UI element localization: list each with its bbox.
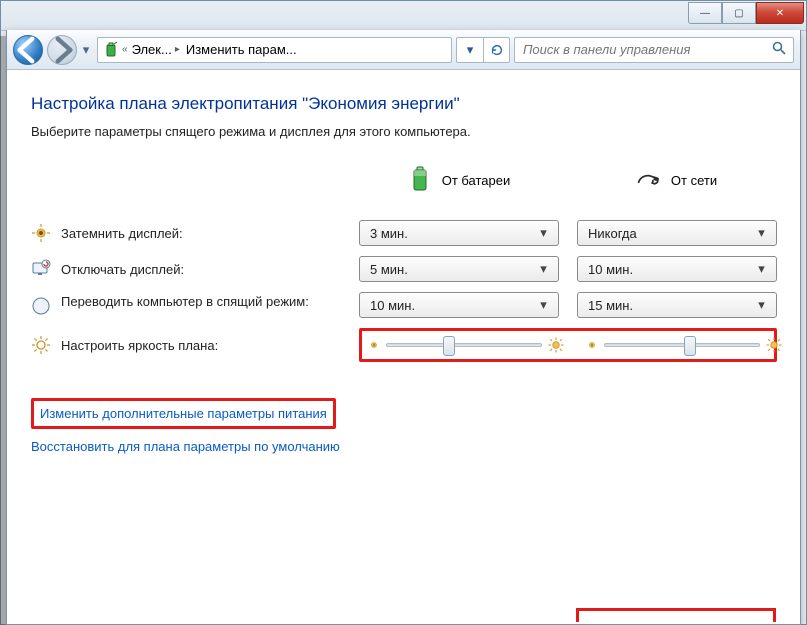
refresh-button[interactable] — [483, 38, 509, 62]
restore-defaults-link[interactable]: Восстановить для плана параметры по умол… — [31, 437, 340, 456]
row-brightness-label: Настроить яркость плана: — [31, 335, 341, 355]
brightness-battery-slider[interactable] — [366, 335, 566, 355]
search-box[interactable] — [514, 37, 794, 63]
sleep-plugged-dropdown[interactable]: 15 мин. ▾ — [577, 292, 777, 318]
row-dim-label: Затемнить дисплей: — [31, 223, 341, 243]
column-header-plugged: От сети — [577, 159, 777, 210]
links-area: Изменить дополнительные параметры питани… — [31, 398, 778, 456]
background-titlebar: — ▢ ✕ — [1, 1, 806, 31]
page-subtitle: Выберите параметры спящего режима и дисп… — [31, 124, 778, 139]
sun-small-icon — [368, 339, 380, 351]
breadcrumb[interactable]: « Элек...▸ Изменить парам... — [97, 37, 452, 63]
advanced-settings-link[interactable]: Изменить дополнительные параметры питани… — [40, 404, 327, 423]
brightness-icon — [31, 335, 51, 355]
sleep-battery-dropdown[interactable]: 10 мин. ▾ — [359, 292, 559, 318]
sun-large-icon — [766, 337, 782, 353]
breadcrumb-seg-1[interactable]: Элек... — [132, 42, 172, 57]
power-options-icon — [102, 41, 120, 59]
refresh-group: ▾ — [456, 37, 510, 63]
bottom-button-highlight — [576, 608, 776, 622]
bg-close-button[interactable]: ✕ — [756, 2, 804, 24]
search-input[interactable] — [521, 41, 771, 58]
sun-large-icon — [548, 337, 564, 353]
chevron-left-icon: « — [122, 44, 128, 55]
bg-maximize-button[interactable]: ▢ — [722, 2, 756, 24]
chevron-down-icon: ▾ — [753, 225, 770, 242]
nav-history-dropdown[interactable]: ▾ — [79, 37, 93, 63]
slider-track[interactable] — [604, 343, 760, 347]
display-off-icon — [31, 259, 51, 279]
column-header-plugged-label: От сети — [671, 173, 717, 188]
bg-minimize-button[interactable]: — — [688, 2, 722, 24]
page-title: Настройка плана электропитания "Экономия… — [31, 94, 778, 114]
control-panel-window: ▾ « Элек...▸ Изменить парам... ▾ — [6, 30, 801, 625]
chevron-down-icon: ▾ — [753, 261, 770, 278]
dim-battery-dropdown[interactable]: 3 мин. ▾ — [359, 220, 559, 246]
chevron-right-icon: ▸ — [175, 44, 180, 55]
brightness-plugged-slider[interactable] — [584, 335, 784, 355]
nav-back-button[interactable] — [13, 35, 43, 65]
column-header-battery: От батареи — [359, 159, 559, 210]
chevron-down-icon: ▾ — [535, 261, 552, 278]
row-sleep-label: Переводить компьютер в спящий режим: — [31, 294, 341, 316]
settings-grid: От батареи От сети Затемнить дисплей: — [31, 159, 778, 362]
sun-small-icon — [586, 339, 598, 351]
chevron-down-icon: ▾ — [535, 225, 552, 242]
chevron-down-icon: ▾ — [753, 297, 770, 314]
off-plugged-dropdown[interactable]: 10 мин. ▾ — [577, 256, 777, 282]
row-off-label: Отключать дисплей: — [31, 259, 341, 279]
toolbar: ▾ « Элек...▸ Изменить парам... ▾ — [7, 30, 800, 70]
chevron-down-icon: ▾ — [535, 297, 552, 314]
breadcrumb-seg-2[interactable]: Изменить парам... — [186, 42, 297, 57]
slider-thumb[interactable] — [684, 336, 696, 356]
dim-plugged-dropdown[interactable]: Никогда ▾ — [577, 220, 777, 246]
dim-icon — [31, 223, 51, 243]
nav-forward-button[interactable] — [47, 35, 77, 65]
search-icon[interactable] — [771, 40, 787, 59]
slider-track[interactable] — [386, 343, 542, 347]
content-area: Настройка плана электропитания "Экономия… — [7, 70, 800, 624]
breadcrumb-dropdown-button[interactable]: ▾ — [457, 38, 483, 62]
off-battery-dropdown[interactable]: 5 мин. ▾ — [359, 256, 559, 282]
sleep-icon — [31, 296, 51, 316]
slider-thumb[interactable] — [443, 336, 455, 356]
column-header-battery-label: От батареи — [442, 173, 511, 188]
advanced-link-highlight: Изменить дополнительные параметры питани… — [31, 398, 336, 429]
battery-icon — [408, 165, 432, 196]
brightness-highlight-box — [359, 328, 777, 362]
plug-icon — [637, 165, 661, 196]
